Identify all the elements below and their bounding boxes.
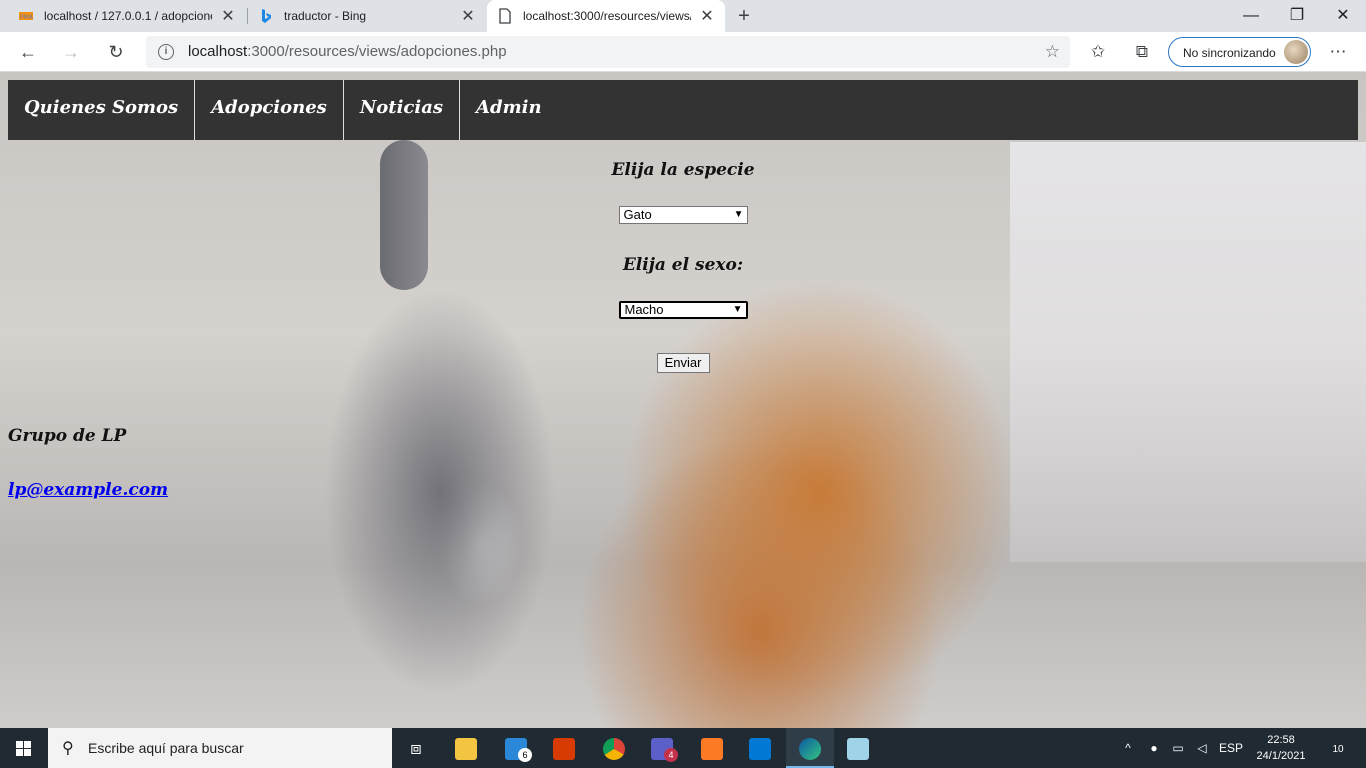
nav-admin[interactable]: Admin — [460, 80, 558, 140]
windows-taskbar: ⚲ Escribe aquí para buscar ⧈ 6 4 ^ ● ▭ ◁… — [0, 728, 1366, 768]
background-window — [1010, 142, 1366, 562]
sex-label: Elija el sexo: — [622, 255, 744, 275]
chevron-down-icon: ▼ — [733, 209, 744, 220]
bing-icon — [258, 8, 274, 24]
xampp-icon[interactable] — [688, 728, 736, 768]
nav-noticias[interactable]: Noticias — [344, 80, 461, 140]
species-label: Elija la especie — [611, 160, 755, 180]
tab-phpmyadmin[interactable]: PMA localhost / 127.0.0.1 / adopcione ✕ — [8, 0, 246, 32]
close-icon[interactable]: ✕ — [460, 6, 476, 26]
adoption-form: Elija la especie Gato ▼ Elija el sexo: M… — [583, 160, 783, 373]
browser-toolbar: ← → ↻ i localhost:3000/resources/views/a… — [0, 32, 1366, 72]
profile-button[interactable]: No sincronizando — [1168, 37, 1311, 67]
search-placeholder: Escribe aquí para buscar — [88, 740, 244, 756]
chevron-down-icon: ▼ — [732, 304, 743, 315]
tab-title: localhost:3000/resources/views/a — [523, 9, 691, 23]
chrome-icon[interactable] — [590, 728, 638, 768]
address-bar[interactable]: i localhost:3000/resources/views/adopcio… — [146, 36, 1070, 68]
vscode-icon[interactable] — [736, 728, 784, 768]
sex-select[interactable]: Macho ▼ — [618, 301, 748, 319]
group-name: Grupo de LP — [8, 426, 127, 446]
add-favorite-icon[interactable]: ☆ — [1045, 42, 1060, 62]
notifications-icon[interactable]: 10 — [1318, 728, 1358, 768]
mail-icon[interactable]: 6 — [492, 728, 540, 768]
mail-badge: 6 — [518, 748, 532, 762]
background-cat-tail — [380, 140, 428, 290]
site-navbar: Quienes Somos Adopciones Noticias Admin — [8, 80, 1358, 140]
clock-time: 22:58 — [1267, 734, 1295, 746]
back-icon[interactable]: ← — [14, 38, 42, 66]
teams-badge: 4 — [664, 748, 678, 762]
svg-text:PMA: PMA — [20, 14, 34, 21]
clock[interactable]: 22:58 24/1/2021 — [1252, 732, 1310, 764]
file-explorer-icon[interactable] — [442, 728, 490, 768]
teams-icon[interactable]: 4 — [638, 728, 686, 768]
snip-tool-icon[interactable] — [834, 728, 882, 768]
collections-icon[interactable]: ⧉ — [1130, 40, 1154, 64]
page-icon — [497, 8, 513, 24]
page-viewport: Quienes Somos Adopciones Noticias Admin … — [0, 72, 1366, 728]
close-icon[interactable]: ✕ — [699, 6, 715, 26]
species-value: Gato — [623, 207, 652, 222]
tab-title: localhost / 127.0.0.1 / adopcione — [44, 9, 212, 23]
url-text[interactable]: localhost:3000/resources/views/adopcione… — [188, 43, 507, 60]
phpmyadmin-icon: PMA — [18, 8, 34, 24]
network-icon[interactable]: ▭ — [1166, 728, 1190, 768]
search-icon: ⚲ — [62, 740, 74, 757]
tray-chevron-icon[interactable]: ^ — [1118, 728, 1138, 768]
nav-quienes-somos[interactable]: Quienes Somos — [8, 80, 196, 140]
office-icon[interactable] — [540, 728, 588, 768]
network-warning-icon[interactable]: ● — [1142, 728, 1166, 768]
tab-strip: PMA localhost / 127.0.0.1 / adopcione ✕ … — [0, 0, 1366, 32]
tab-adopciones-active[interactable]: localhost:3000/resources/views/a ✕ — [487, 0, 725, 32]
close-icon[interactable]: ✕ — [220, 6, 236, 26]
email-link[interactable]: lp@example.com — [8, 480, 168, 500]
reload-icon[interactable]: ↻ — [102, 38, 130, 66]
submit-button[interactable]: Enviar — [656, 353, 710, 373]
forward-icon[interactable]: → — [57, 38, 85, 66]
url-host: localhost — [188, 43, 248, 60]
tab-title: traductor - Bing — [284, 9, 367, 23]
profile-label: No sincronizando — [1183, 46, 1276, 60]
info-icon[interactable]: i — [158, 44, 174, 60]
close-window-icon[interactable]: ✕ — [1320, 0, 1366, 32]
minimize-icon[interactable]: — — [1228, 0, 1274, 32]
more-icon[interactable]: ⋯ — [1326, 40, 1350, 64]
species-select[interactable]: Gato ▼ — [618, 206, 748, 224]
url-path: :3000/resources/views/adopciones.php — [247, 43, 507, 60]
volume-icon[interactable]: ◁ — [1190, 728, 1214, 768]
favorites-icon[interactable]: ✩ — [1086, 40, 1110, 64]
edge-icon[interactable] — [786, 728, 834, 768]
sex-value: Macho — [624, 302, 664, 317]
clock-date: 24/1/2021 — [1256, 750, 1306, 762]
tab-bing[interactable]: traductor - Bing ✕ — [248, 0, 486, 32]
restore-icon[interactable]: ❐ — [1274, 0, 1320, 32]
language-indicator[interactable]: ESP — [1216, 728, 1246, 768]
nav-adopciones[interactable]: Adopciones — [195, 80, 344, 140]
windows-start-icon[interactable] — [0, 728, 48, 768]
notification-count: 10 — [1332, 744, 1344, 755]
new-tab-icon[interactable]: + — [732, 4, 756, 28]
taskbar-search[interactable]: ⚲ Escribe aquí para buscar — [48, 728, 392, 768]
avatar — [1284, 40, 1308, 64]
task-view-icon[interactable]: ⧈ — [392, 728, 440, 768]
